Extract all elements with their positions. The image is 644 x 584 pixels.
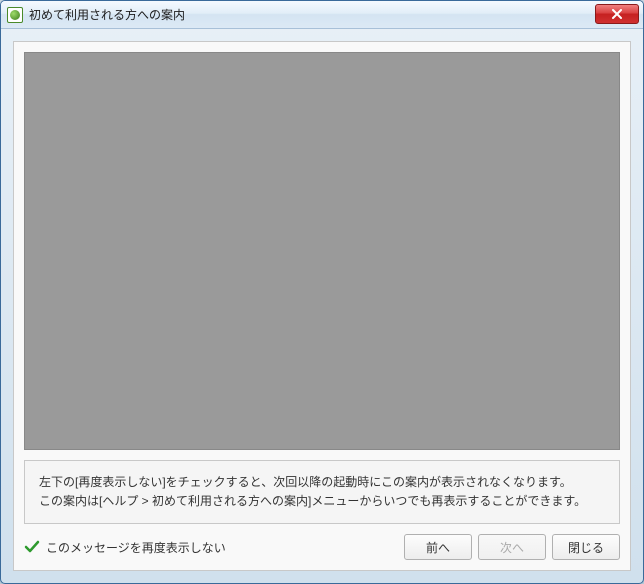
info-line-2: この案内は[ヘルプ > 初めて利用される方への案内]メニューからいつでも再表示す… [39, 492, 605, 511]
checkmark-icon [24, 539, 40, 555]
window-title: 初めて利用される方への案内 [29, 6, 595, 23]
checkbox-label: このメッセージを再度表示しない [46, 539, 226, 556]
window-close-button[interactable] [595, 4, 639, 24]
button-group: 前へ 次へ 閉じる [404, 534, 620, 560]
next-button: 次へ [478, 534, 546, 560]
dialog-window: 初めて利用される方への案内 左下の[再度表示しない]をチェックすると、次回以降の… [0, 0, 644, 584]
content-area: 左下の[再度表示しない]をチェックすると、次回以降の起動時にこの案内が表示されな… [1, 29, 643, 583]
footer: このメッセージを再度表示しない 前へ 次へ 閉じる [24, 534, 620, 560]
close-button[interactable]: 閉じる [552, 534, 620, 560]
dont-show-again-checkbox[interactable]: このメッセージを再度表示しない [24, 539, 404, 556]
info-box: 左下の[再度表示しない]をチェックすると、次回以降の起動時にこの案内が表示されな… [24, 460, 620, 524]
info-line-1: 左下の[再度表示しない]をチェックすると、次回以降の起動時にこの案内が表示されな… [39, 473, 605, 492]
close-icon [611, 9, 623, 19]
guide-image-area [24, 52, 620, 450]
prev-button[interactable]: 前へ [404, 534, 472, 560]
titlebar: 初めて利用される方への案内 [1, 1, 643, 29]
app-icon [7, 7, 23, 23]
main-panel: 左下の[再度表示しない]をチェックすると、次回以降の起動時にこの案内が表示されな… [13, 41, 631, 571]
